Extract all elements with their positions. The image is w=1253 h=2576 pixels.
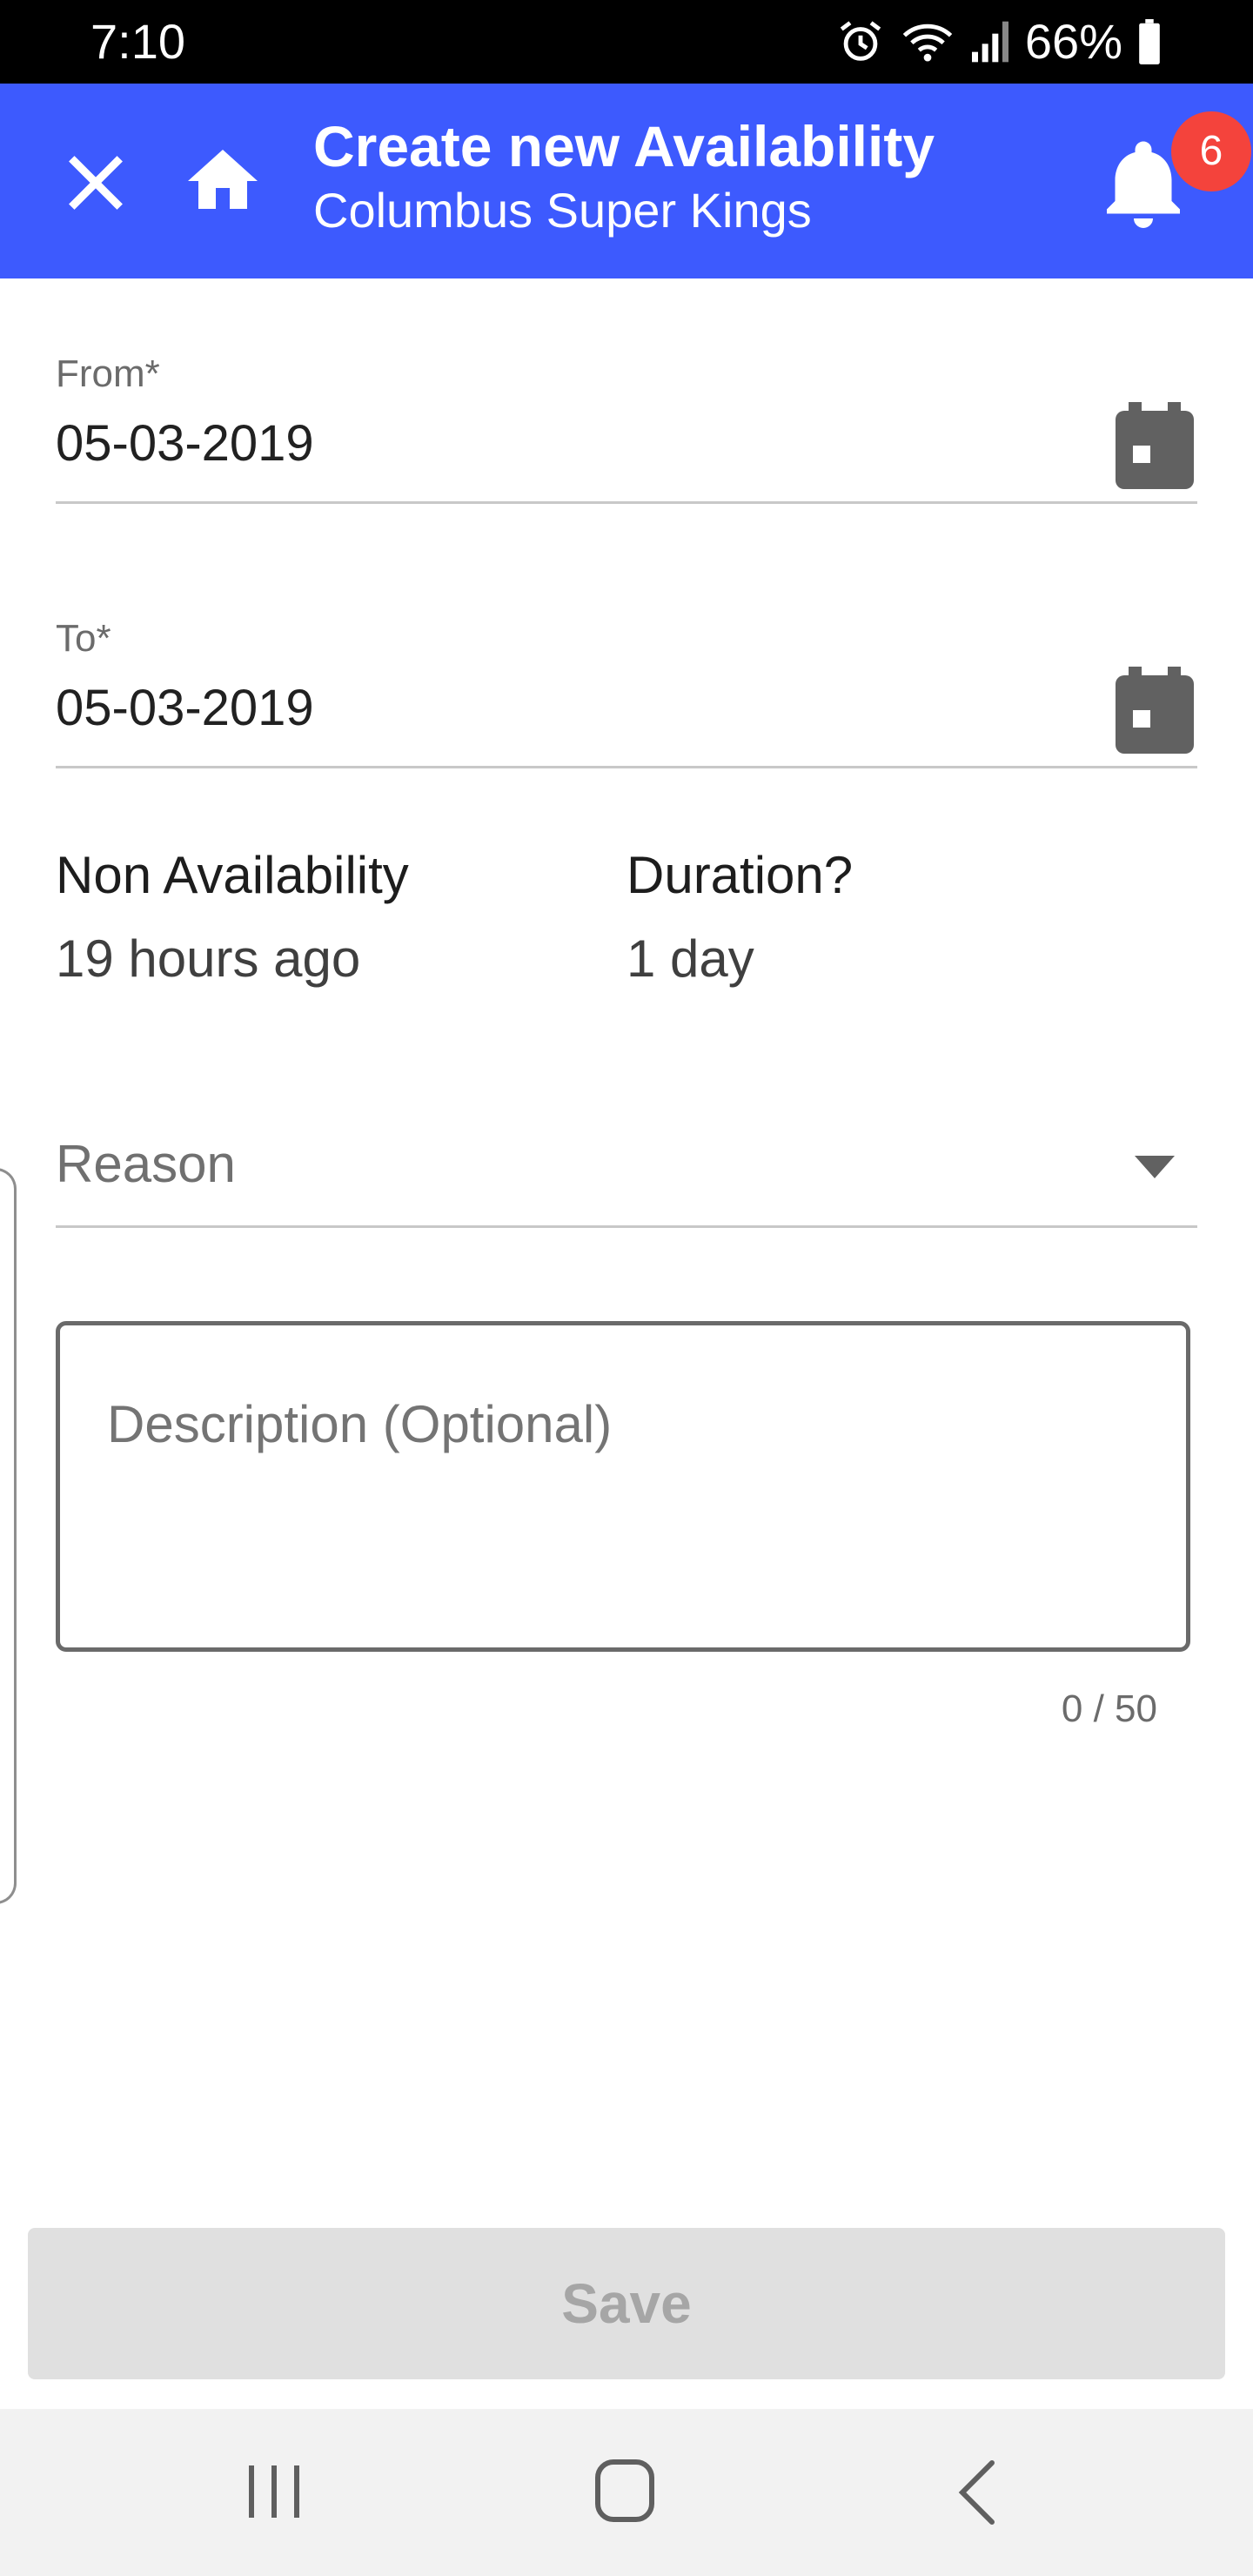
- app-bar: Create new Availability Columbus Super K…: [0, 84, 1253, 278]
- battery-icon: [1136, 19, 1163, 64]
- duration-label: Duration?: [626, 846, 854, 904]
- back-icon: [958, 2460, 995, 2525]
- from-label: From*: [56, 352, 160, 395]
- page-title: Create new Availability: [313, 114, 935, 178]
- home-nav-icon: [595, 2459, 654, 2522]
- home-button[interactable]: [181, 139, 265, 223]
- recent-apps-icon: [249, 2465, 299, 2518]
- close-icon: [69, 156, 123, 210]
- alarm-icon: [835, 17, 886, 67]
- to-label: To*: [56, 617, 111, 660]
- status-icons: 66%: [835, 12, 1163, 71]
- back-button[interactable]: [955, 2458, 997, 2527]
- team-name: Columbus Super Kings: [313, 183, 812, 238]
- edge-panel-handle[interactable]: [0, 1168, 17, 1904]
- duration-value: 1 day: [626, 929, 754, 988]
- battery-percent: 66%: [1024, 14, 1122, 69]
- signal-icon: [969, 17, 1011, 66]
- calendar-icon: [1116, 667, 1194, 754]
- notification-badge: 6: [1171, 111, 1251, 191]
- home-icon: [188, 150, 258, 209]
- home-nav-button[interactable]: [593, 2458, 656, 2524]
- to-date-field[interactable]: 05-03-2019: [56, 677, 314, 740]
- reason-underline: [56, 1225, 1197, 1228]
- system-nav-bar: [0, 2409, 1253, 2576]
- chevron-down-icon[interactable]: [1135, 1156, 1175, 1178]
- wifi-icon: [900, 17, 955, 67]
- close-button[interactable]: [59, 146, 132, 219]
- from-calendar-button[interactable]: [1116, 402, 1194, 489]
- status-time: 7:10: [90, 14, 185, 69]
- reason-dropdown[interactable]: Reason: [56, 1131, 236, 1197]
- status-bar: 7:10 66%: [0, 0, 1253, 84]
- recent-apps-button[interactable]: [244, 2463, 305, 2520]
- from-underline: [56, 501, 1197, 504]
- non-availability-label: Non Availability: [56, 846, 409, 904]
- description-placeholder: Description (Optional): [107, 1395, 613, 1453]
- save-button[interactable]: Save: [28, 2228, 1225, 2379]
- to-calendar-button[interactable]: [1116, 667, 1194, 754]
- from-date-field[interactable]: 05-03-2019: [56, 413, 314, 475]
- calendar-icon: [1116, 402, 1194, 489]
- description-field[interactable]: Description (Optional): [56, 1321, 1190, 1652]
- non-availability-value: 19 hours ago: [56, 929, 361, 988]
- character-counter: 0 / 50: [1061, 1687, 1157, 1730]
- to-underline: [56, 766, 1197, 768]
